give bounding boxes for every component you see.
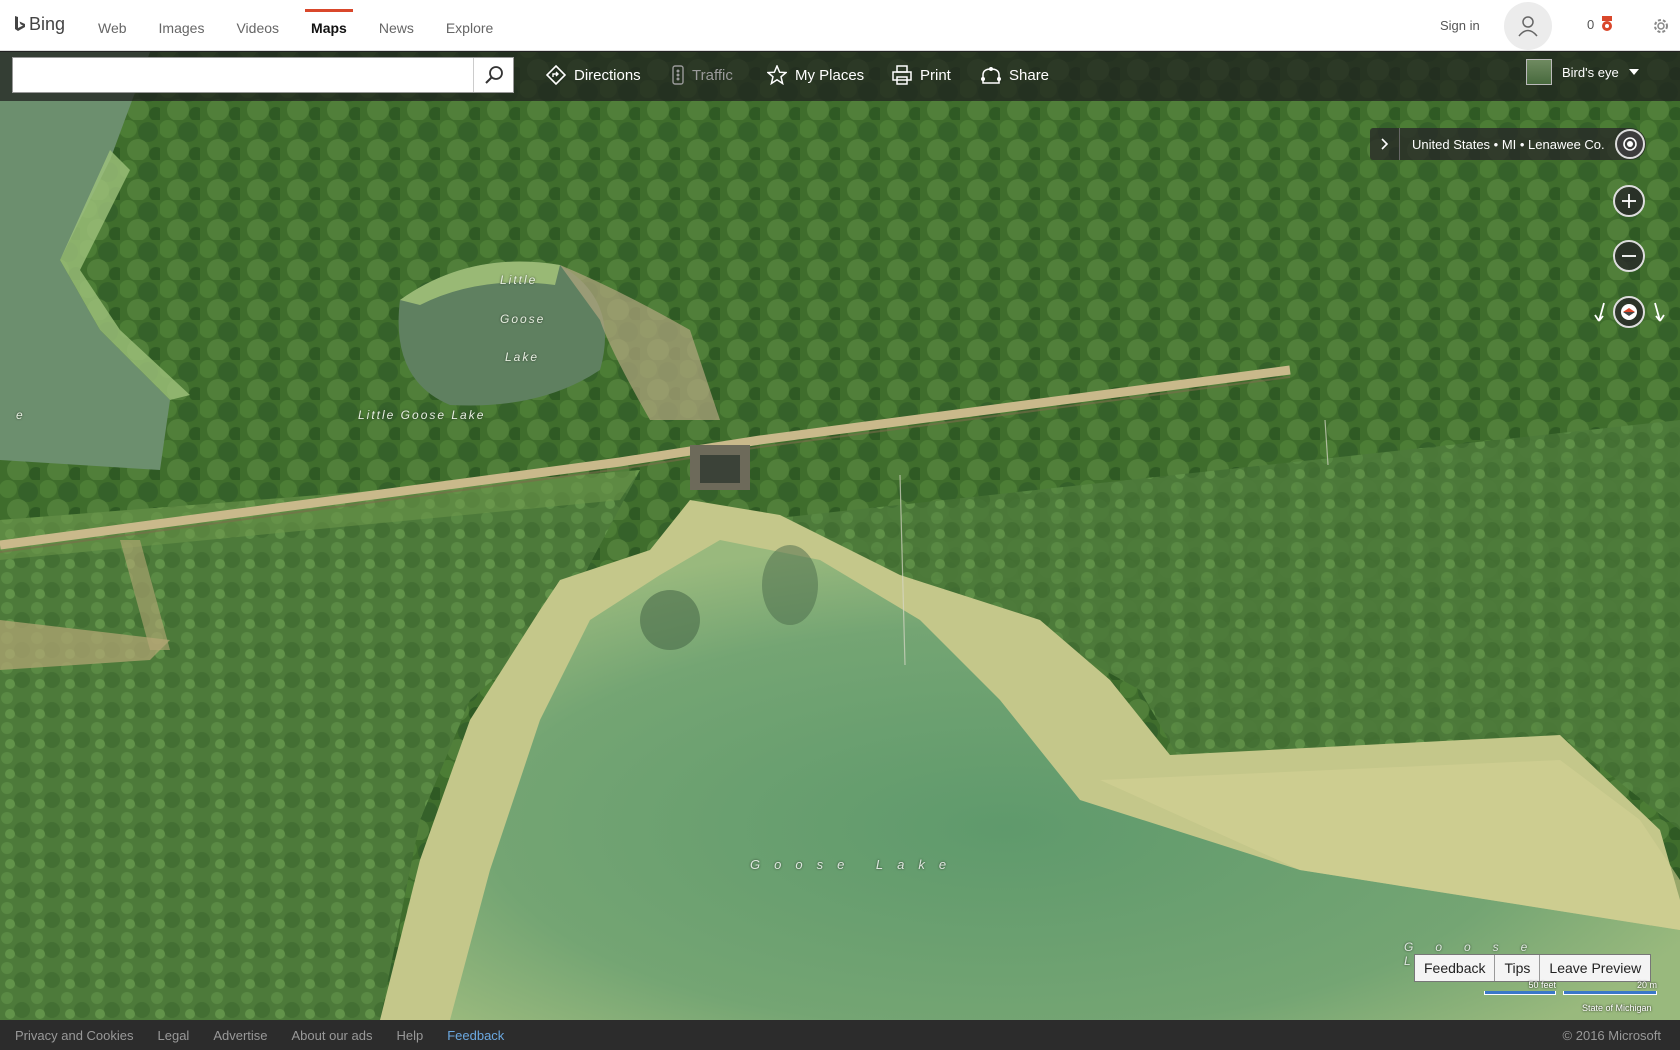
scale-feet-label: 50 feet (1528, 980, 1556, 990)
scale-m-label: 20 m (1636, 980, 1657, 990)
traffic-label: Traffic (692, 66, 733, 84)
map-style-label: Bird's eye (1562, 64, 1619, 80)
bing-maps-page: Little Goose Lake Little Goose Lake e Go… (0, 0, 1680, 1050)
scale-m-bar (1563, 991, 1657, 995)
footer-link-privacy[interactable]: Privacy and Cookies (15, 1028, 134, 1043)
footer-copyright: © 2016 Microsoft (1562, 1028, 1661, 1043)
rewards-medal-icon (1602, 16, 1613, 31)
share-button[interactable]: Share (981, 65, 1049, 85)
map-label-little: Little (500, 273, 538, 287)
chevron-down-icon (1628, 69, 1639, 75)
share-label: Share (1009, 66, 1050, 84)
map-label-goose: Goose (500, 312, 546, 326)
bing-header: Bing Web Images Videos Maps News Explore… (0, 0, 1680, 51)
rotate-right-icon[interactable] (1651, 301, 1669, 325)
traffic-light-icon (672, 65, 684, 85)
feedback-button[interactable]: Feedback (1415, 955, 1496, 981)
my-places-label: My Places (795, 66, 865, 84)
rewards-count: 0 (1587, 16, 1595, 32)
location-breadcrumb: United States • MI • Lenawee Co. (1370, 128, 1646, 160)
directions-label: Directions (574, 66, 641, 84)
footer-link-legal[interactable]: Legal (158, 1028, 190, 1043)
preview-actions: Feedback Tips Leave Preview (1414, 954, 1652, 982)
zoom-out-button[interactable] (1613, 240, 1645, 272)
nav-explore[interactable]: Explore (430, 0, 509, 51)
map-label-little-goose-lake: Little Goose Lake (358, 408, 486, 422)
locate-icon (1622, 137, 1637, 151)
rotate-left-icon[interactable] (1590, 301, 1608, 325)
nav-maps[interactable]: Maps (295, 0, 363, 51)
share-icon (981, 67, 1001, 84)
traffic-button[interactable]: Traffic (672, 65, 733, 85)
map-canvas[interactable] (0, 52, 1680, 1020)
nav-images[interactable]: Images (143, 0, 221, 51)
search-button[interactable] (473, 58, 513, 92)
compass-button[interactable] (1613, 296, 1645, 328)
map-label-goose-lake: Goose Lake (750, 857, 961, 872)
rewards-button[interactable]: 0 (1587, 16, 1615, 32)
plus-icon (1622, 194, 1636, 208)
birds-eye-thumbnail (1526, 59, 1552, 85)
settings-gear-icon[interactable] (1652, 17, 1670, 35)
map-style-selector[interactable]: Bird's eye (1526, 59, 1639, 85)
leave-preview-button[interactable]: Leave Preview (1540, 955, 1651, 981)
locate-me-button[interactable] (1614, 129, 1645, 159)
avatar[interactable] (1504, 2, 1552, 50)
map-label-lake: Lake (505, 350, 540, 364)
footer-link-about-ads[interactable]: About our ads (292, 1028, 373, 1043)
footer-link-advertise[interactable]: Advertise (213, 1028, 267, 1043)
user-icon (1518, 16, 1538, 37)
print-label: Print (920, 66, 951, 84)
footer: Privacy and Cookies Legal Advertise Abou… (0, 1020, 1680, 1050)
minus-icon (1622, 255, 1636, 257)
scope-nav: Web Images Videos Maps News Explore (82, 0, 509, 51)
map-toolbar: Directions Traffic My Places Print Share… (0, 51, 1680, 101)
sign-in-link[interactable]: Sign in (1440, 18, 1480, 33)
compass-icon (1621, 304, 1637, 320)
breadcrumb-expand-button[interactable] (1370, 128, 1400, 160)
directions-icon (546, 65, 566, 85)
print-icon (892, 65, 912, 85)
search-icon (484, 66, 503, 84)
nav-web[interactable]: Web (82, 0, 143, 51)
footer-link-feedback[interactable]: Feedback (447, 1028, 504, 1043)
search-input[interactable] (13, 58, 475, 92)
nav-news[interactable]: News (363, 0, 430, 51)
nav-videos[interactable]: Videos (220, 0, 295, 51)
star-icon (767, 65, 787, 85)
zoom-in-button[interactable] (1613, 185, 1645, 217)
tips-button[interactable]: Tips (1495, 955, 1541, 981)
footer-link-help[interactable]: Help (396, 1028, 423, 1043)
directions-button[interactable]: Directions (546, 65, 641, 85)
map-label-edge: e (16, 408, 25, 422)
bing-logo-text: Bing (29, 14, 66, 34)
scale-bar-feet: 50 feet (1484, 980, 1556, 995)
aerial-imagery (0, 52, 1680, 1020)
breadcrumb-text[interactable]: United States • MI • Lenawee Co. (1400, 137, 1615, 152)
chevron-right-icon (1380, 138, 1388, 150)
search-box (12, 57, 514, 93)
my-places-button[interactable]: My Places (767, 65, 864, 85)
print-button[interactable]: Print (892, 65, 951, 85)
bing-logo[interactable]: Bing (14, 14, 65, 35)
map-imagery-credit: State of Michigan (1582, 1003, 1652, 1013)
scale-bar-meters: 20 m (1563, 980, 1657, 995)
bing-logo-icon (15, 15, 25, 31)
scale-feet-bar (1484, 991, 1556, 995)
